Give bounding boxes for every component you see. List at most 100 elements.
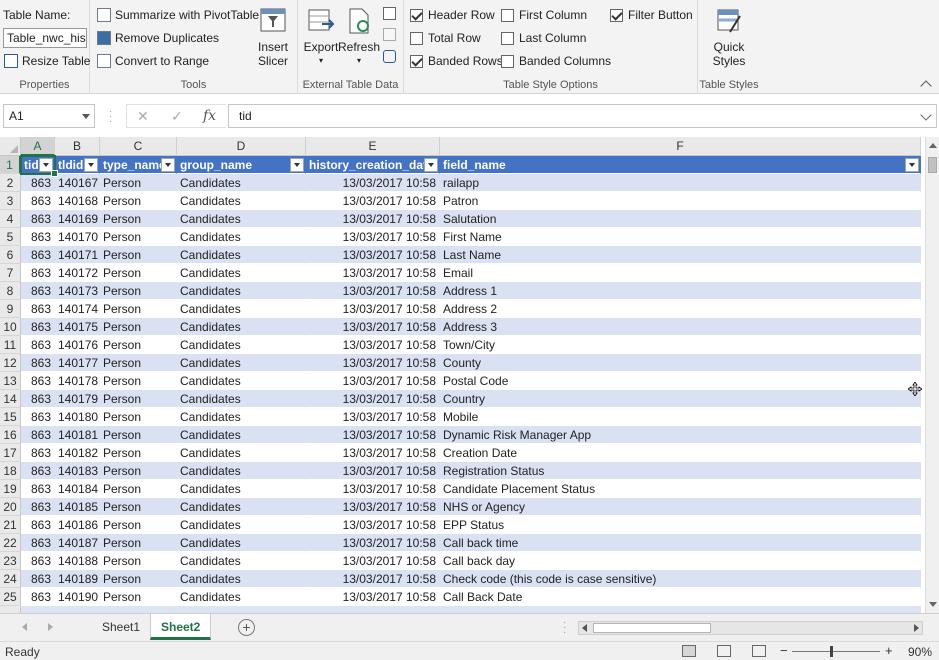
banded-rows-checkbox[interactable]: Banded Rows bbox=[410, 52, 503, 70]
quick-styles-button[interactable]: Quick Styles bbox=[706, 6, 752, 68]
row-header[interactable]: 7 bbox=[0, 264, 21, 282]
table-cell[interactable]: Candidates bbox=[177, 336, 306, 354]
prev-sheet-icon[interactable] bbox=[22, 623, 27, 631]
zoom-slider-knob[interactable] bbox=[830, 646, 833, 657]
table-cell[interactable]: EPP Status bbox=[440, 516, 921, 534]
table-cell[interactable]: 863 bbox=[21, 408, 55, 426]
resize-table-button[interactable]: Resize Table bbox=[4, 52, 90, 70]
row-header[interactable]: 21 bbox=[0, 516, 21, 534]
first-column-checkbox[interactable]: First Column bbox=[501, 6, 587, 24]
table-cell[interactable]: Candidates bbox=[177, 426, 306, 444]
table-cell[interactable]: 140188 bbox=[55, 552, 100, 570]
row-header[interactable]: 10 bbox=[0, 318, 21, 336]
table-cell[interactable]: Person bbox=[100, 390, 177, 408]
table-cell[interactable]: 13/03/2017 10:58 bbox=[306, 426, 440, 444]
scroll-up-icon[interactable] bbox=[929, 143, 937, 148]
table-cell[interactable]: 13/03/2017 10:58 bbox=[306, 534, 440, 552]
table-cell[interactable]: 13/03/2017 10:58 bbox=[306, 372, 440, 390]
table-cell[interactable]: Person bbox=[100, 210, 177, 228]
header-cell[interactable]: field_name bbox=[440, 156, 921, 174]
table-cell[interactable]: Candidates bbox=[177, 570, 306, 588]
table-name-input[interactable]: Table_nwc_histo bbox=[3, 28, 87, 48]
table-cell[interactable]: Candidate Placement Status bbox=[440, 480, 921, 498]
row-header[interactable]: 13 bbox=[0, 372, 21, 390]
row-header[interactable]: 17 bbox=[0, 444, 21, 462]
table-cell[interactable]: Candidates bbox=[177, 354, 306, 372]
table-cell[interactable]: 13/03/2017 10:58 bbox=[306, 498, 440, 516]
table-cell[interactable]: 863 bbox=[21, 480, 55, 498]
properties-small-icon[interactable] bbox=[383, 7, 396, 20]
table-cell[interactable]: Candidates bbox=[177, 588, 306, 606]
table-cell[interactable]: 140173 bbox=[55, 282, 100, 300]
table-cell[interactable]: Country bbox=[440, 390, 921, 408]
table-cell[interactable]: 140187 bbox=[55, 534, 100, 552]
table-cell[interactable]: Person bbox=[100, 300, 177, 318]
table-cell[interactable]: Last Name bbox=[440, 246, 921, 264]
table-cell[interactable]: Candidates bbox=[177, 552, 306, 570]
table-cell[interactable]: Candidates bbox=[177, 210, 306, 228]
table-cell[interactable]: 140167 bbox=[55, 174, 100, 192]
table-cell[interactable]: 13/03/2017 10:58 bbox=[306, 318, 440, 336]
refresh-button[interactable]: Refresh ▾ bbox=[338, 6, 380, 68]
page-layout-view-icon[interactable] bbox=[717, 645, 731, 657]
table-cell[interactable]: Person bbox=[100, 570, 177, 588]
table-cell[interactable]: 863 bbox=[21, 516, 55, 534]
vertical-scrollbar[interactable] bbox=[925, 137, 939, 613]
table-cell[interactable]: 140190 bbox=[55, 588, 100, 606]
table-cell[interactable]: Candidates bbox=[177, 318, 306, 336]
table-cell[interactable]: Call back time bbox=[440, 534, 921, 552]
table-cell[interactable]: Postal Code bbox=[440, 372, 921, 390]
table-cell[interactable]: Dynamic Risk Manager App bbox=[440, 426, 921, 444]
convert-to-range-button[interactable]: Convert to Range bbox=[97, 52, 209, 70]
table-cell[interactable]: 140180 bbox=[55, 408, 100, 426]
table-cell[interactable]: 140169 bbox=[55, 210, 100, 228]
expand-formula-bar-icon[interactable] bbox=[920, 109, 932, 121]
table-cell[interactable]: Address 2 bbox=[440, 300, 921, 318]
header-cell[interactable]: group_name bbox=[177, 156, 306, 174]
table-cell[interactable]: 863 bbox=[21, 174, 55, 192]
table-cell[interactable]: Registration Status bbox=[440, 462, 921, 480]
export-button[interactable]: Export ▾ bbox=[302, 6, 340, 68]
table-cell[interactable]: 13/03/2017 10:58 bbox=[306, 354, 440, 372]
table-cell[interactable]: 863 bbox=[21, 282, 55, 300]
table-cell[interactable]: Person bbox=[100, 444, 177, 462]
table-cell[interactable]: 13/03/2017 10:58 bbox=[306, 282, 440, 300]
table-cell[interactable]: Person bbox=[100, 354, 177, 372]
row-header[interactable]: 14 bbox=[0, 390, 21, 408]
table-cell[interactable]: Person bbox=[100, 228, 177, 246]
column-header-e[interactable]: E bbox=[306, 137, 440, 156]
table-cell[interactable]: Candidates bbox=[177, 390, 306, 408]
table-cell[interactable]: 863 bbox=[21, 588, 55, 606]
table-cell[interactable]: 863 bbox=[21, 192, 55, 210]
table-cell[interactable]: Person bbox=[100, 282, 177, 300]
row-header[interactable]: 25 bbox=[0, 588, 21, 606]
table-cell[interactable]: 140177 bbox=[55, 354, 100, 372]
table-cell[interactable]: County bbox=[440, 354, 921, 372]
banded-columns-checkbox[interactable]: Banded Columns bbox=[501, 52, 611, 70]
table-cell[interactable]: 13/03/2017 10:58 bbox=[306, 570, 440, 588]
row-header[interactable]: 8 bbox=[0, 282, 21, 300]
table-cell[interactable]: 13/03/2017 10:58 bbox=[306, 444, 440, 462]
table-cell[interactable]: 13/03/2017 10:58 bbox=[306, 462, 440, 480]
table-cell[interactable]: railapp bbox=[440, 174, 921, 192]
table-cell[interactable]: 140168 bbox=[55, 192, 100, 210]
row-header[interactable]: 19 bbox=[0, 480, 21, 498]
horizontal-scroll-thumb[interactable] bbox=[593, 623, 711, 633]
page-break-view-icon[interactable] bbox=[752, 645, 766, 657]
table-cell[interactable]: 140171 bbox=[55, 246, 100, 264]
vertical-scroll-thumb[interactable] bbox=[928, 157, 937, 173]
table-cell[interactable]: Candidates bbox=[177, 264, 306, 282]
table-cell[interactable]: 140184 bbox=[55, 480, 100, 498]
filter-button-checkbox[interactable]: Filter Button bbox=[610, 6, 693, 24]
table-cell[interactable]: Person bbox=[100, 516, 177, 534]
table-cell[interactable]: Candidates bbox=[177, 498, 306, 516]
filter-dropdown-icon[interactable] bbox=[905, 158, 919, 172]
table-cell[interactable]: Candidates bbox=[177, 246, 306, 264]
table-cell[interactable]: Candidates bbox=[177, 300, 306, 318]
table-cell[interactable]: 863 bbox=[21, 246, 55, 264]
table-cell[interactable]: 140175 bbox=[55, 318, 100, 336]
normal-view-icon[interactable] bbox=[682, 645, 696, 657]
row-header[interactable]: 1 bbox=[0, 156, 21, 174]
horizontal-scrollbar[interactable] bbox=[578, 621, 923, 635]
zoom-out-button[interactable]: − bbox=[780, 643, 788, 658]
